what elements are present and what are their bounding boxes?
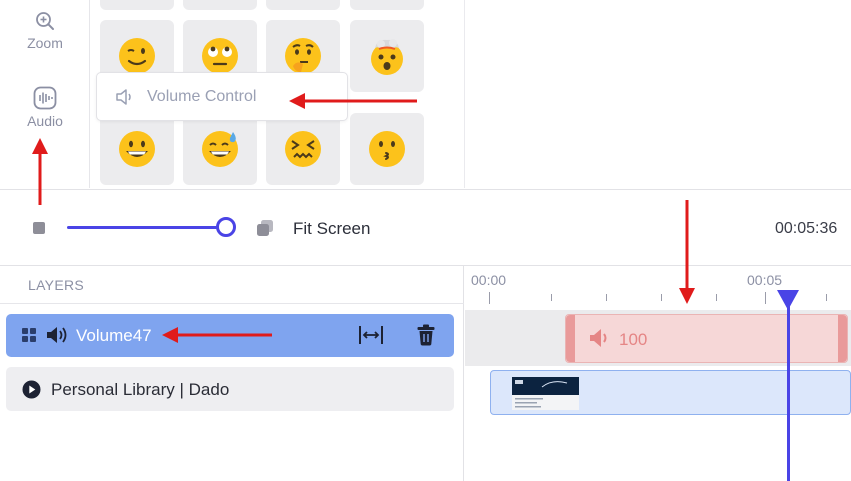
annotation-arrows [32, 93, 695, 343]
